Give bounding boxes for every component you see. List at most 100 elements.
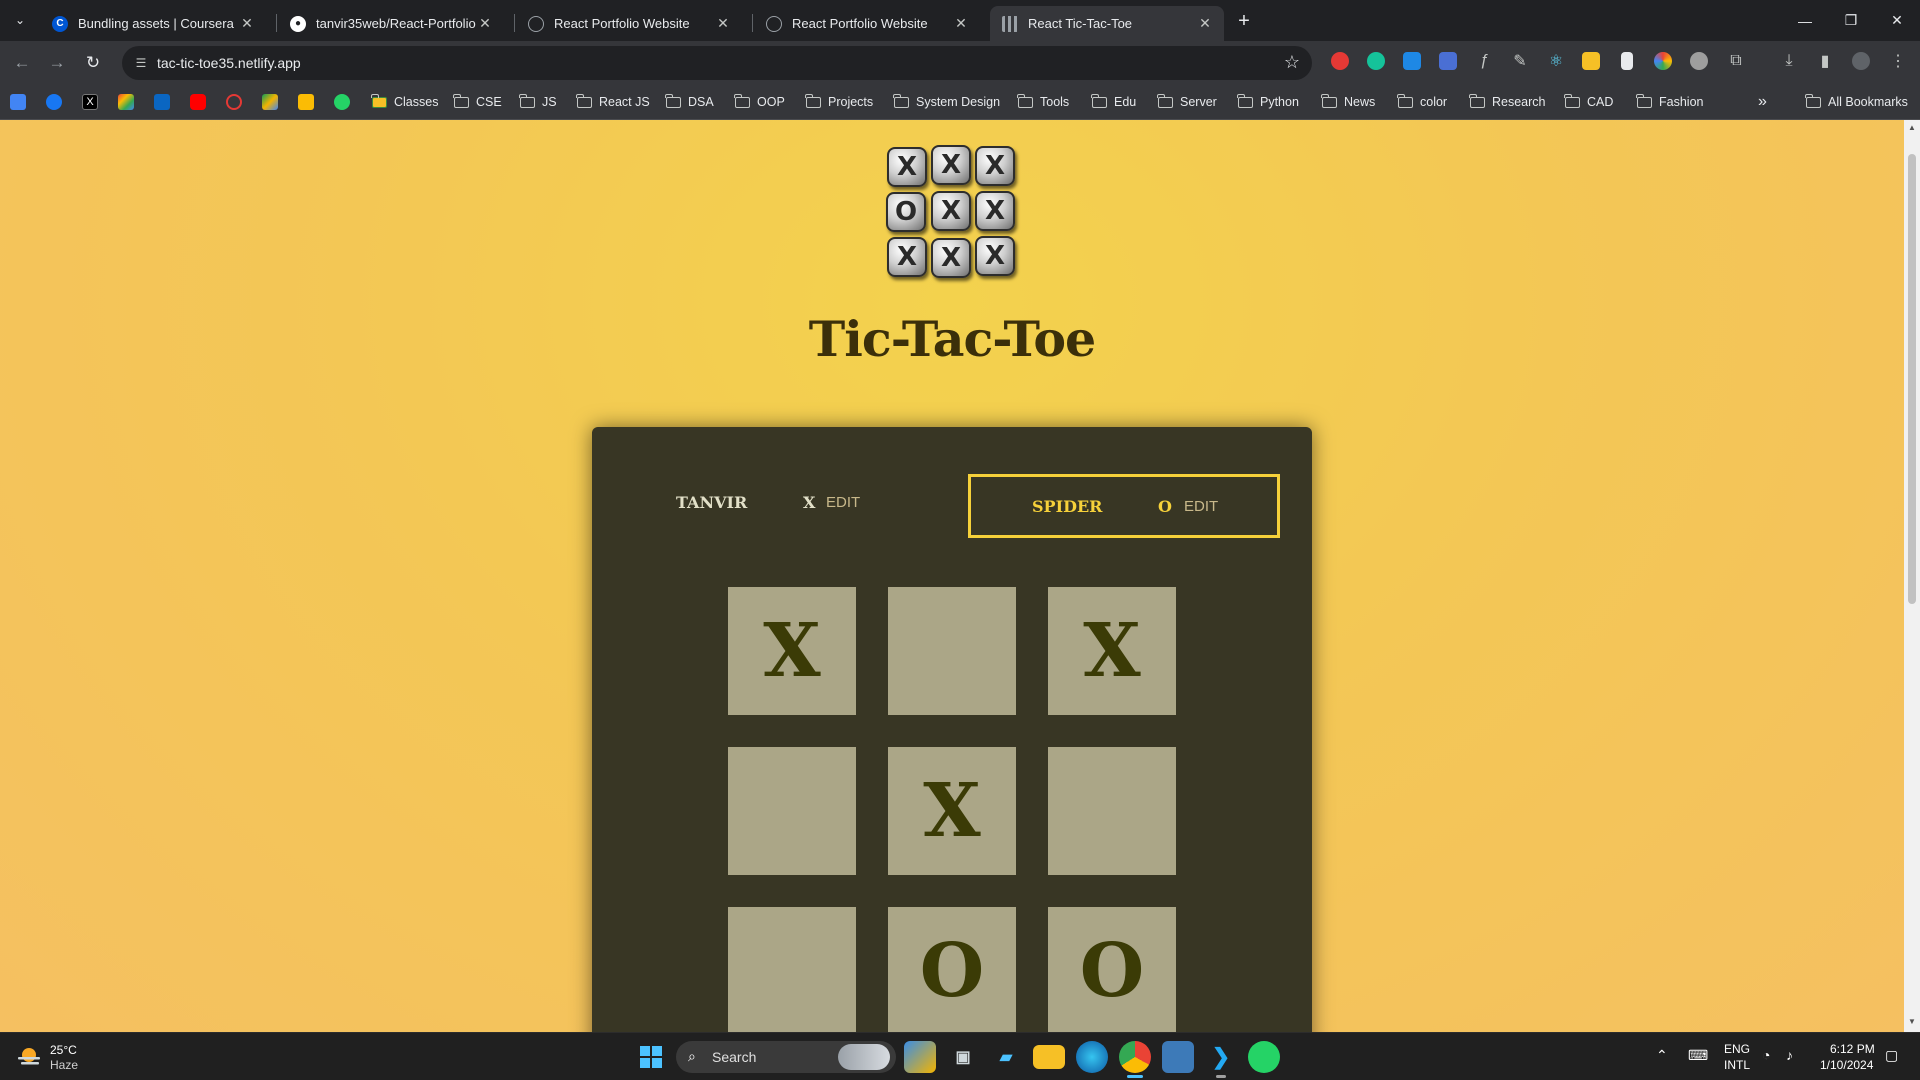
extension-eyedropper-icon[interactable]: ✎: [1510, 51, 1530, 71]
forward-icon[interactable]: →: [44, 50, 70, 76]
taskbar-chrome-icon[interactable]: [1119, 1041, 1151, 1078]
tab-close-icon[interactable]: ✕: [714, 15, 732, 33]
minimize-icon[interactable]: —: [1782, 0, 1828, 41]
side-panel-icon[interactable]: ▮: [1815, 51, 1835, 71]
url-text[interactable]: tac-tic-toe35.netlify.app: [157, 55, 301, 71]
taskbar-edge-icon[interactable]: [1076, 1041, 1108, 1073]
tab-react-portfolio-1[interactable]: React Portfolio Website ✕: [516, 6, 742, 41]
bookmark-folder-python[interactable]: Python: [1237, 93, 1299, 111]
bookmark-folder-news[interactable]: News: [1321, 93, 1375, 111]
reload-icon[interactable]: ↻: [80, 50, 106, 76]
windows-start-icon[interactable]: [640, 1046, 662, 1068]
bookmark-drive-icon[interactable]: [262, 94, 278, 110]
extension-avatar-icon[interactable]: [1690, 52, 1708, 70]
board-cell[interactable]: X: [728, 587, 856, 715]
taskbar-task-view-icon[interactable]: ▣: [947, 1041, 979, 1073]
board-cell[interactable]: O: [1048, 907, 1176, 1032]
taskbar-search[interactable]: ⌕ Search: [676, 1041, 896, 1073]
bookmarks-overflow-icon[interactable]: »: [1758, 93, 1767, 111]
board-cell[interactable]: [728, 747, 856, 875]
tab-close-icon[interactable]: ✕: [476, 15, 494, 33]
back-icon[interactable]: ←: [9, 50, 35, 76]
extension-adblock-icon[interactable]: [1331, 52, 1349, 70]
tab-close-icon[interactable]: ✕: [1196, 15, 1214, 33]
close-window-icon[interactable]: ✕: [1874, 0, 1920, 41]
page-scrollbar[interactable]: ▲ ▼: [1904, 120, 1920, 1032]
taskbar-vscode-icon[interactable]: ❯: [1205, 1041, 1237, 1078]
taskbar-file-explorer-icon[interactable]: [1033, 1045, 1065, 1069]
board-cell[interactable]: X: [1048, 587, 1176, 715]
board-cell[interactable]: [1048, 747, 1176, 875]
bookmark-folder-research[interactable]: Research: [1469, 93, 1546, 111]
extension-google-translate-icon[interactable]: [1439, 52, 1457, 70]
extension-colorpicker-icon[interactable]: [1654, 52, 1672, 70]
scrollbar-thumb[interactable]: [1908, 154, 1916, 604]
bookmark-folder-projects[interactable]: Projects: [805, 93, 873, 111]
extension-react-devtools-icon[interactable]: ⚛: [1546, 51, 1566, 71]
bookmark-linkedin-icon[interactable]: [154, 94, 170, 110]
bookmark-whatsapp-icon[interactable]: [334, 94, 350, 110]
profile-avatar-icon[interactable]: [1852, 52, 1870, 70]
board-cell[interactable]: [728, 907, 856, 1032]
scroll-down-icon[interactable]: ▼: [1908, 1018, 1916, 1026]
tab-close-icon[interactable]: ✕: [238, 15, 256, 33]
bookmark-gmail-icon[interactable]: [118, 94, 134, 110]
keyboard-icon[interactable]: ⌨: [1688, 1047, 1708, 1064]
bookmark-folder-tools[interactable]: Tools: [1017, 93, 1069, 111]
tab-coursera[interactable]: C Bundling assets | Coursera ✕: [40, 6, 266, 41]
notification-bell-icon[interactable]: ▢: [1885, 1047, 1898, 1064]
extensions-puzzle-icon[interactable]: ⧉: [1726, 51, 1746, 71]
address-bar[interactable]: ☰ tac-tic-toe35.netlify.app ☆: [122, 46, 1312, 80]
board-cell[interactable]: [888, 587, 1016, 715]
download-icon[interactable]: ⤓: [1779, 51, 1799, 71]
extension-grammarly-icon[interactable]: [1367, 52, 1385, 70]
clock-time[interactable]: 6:12 PM: [1830, 1042, 1875, 1056]
taskbar-whatsapp-icon[interactable]: [1248, 1041, 1280, 1073]
tab-react-tic-tac-toe[interactable]: React Tic-Tac-Toe ✕: [990, 6, 1224, 41]
scroll-up-icon[interactable]: ▲: [1908, 124, 1916, 132]
board-cell[interactable]: X: [888, 747, 1016, 875]
extension-formula-icon[interactable]: ƒ: [1474, 51, 1494, 71]
tab-github[interactable]: ● tanvir35web/React-Portfolio-W ✕: [278, 6, 504, 41]
bookmark-folder-system-design[interactable]: System Design: [893, 93, 1000, 111]
edit-player-button[interactable]: EDIT: [826, 494, 860, 511]
all-bookmarks-button[interactable]: All Bookmarks: [1805, 93, 1908, 111]
bookmark-folder-js[interactable]: JS: [519, 93, 557, 111]
bookmark-folder-react-js[interactable]: React JS: [576, 93, 650, 111]
bookmark-c-icon[interactable]: [226, 94, 242, 110]
input-language[interactable]: ENG: [1724, 1042, 1750, 1056]
tab-react-portfolio-2[interactable]: React Portfolio Website ✕: [754, 6, 980, 41]
bookmark-keep-icon[interactable]: [298, 94, 314, 110]
bookmark-x-icon[interactable]: X: [82, 94, 98, 110]
extension-translate-icon[interactable]: [1403, 52, 1421, 70]
bookmark-folder-cse[interactable]: CSE: [453, 93, 502, 111]
volume-icon[interactable]: ♪: [1786, 1047, 1793, 1063]
restore-icon[interactable]: ❐: [1828, 0, 1874, 41]
bookmark-folder-server[interactable]: Server: [1157, 93, 1217, 111]
taskbar-app-icon[interactable]: ▰: [990, 1041, 1022, 1073]
bookmark-folder-fashion[interactable]: Fashion: [1636, 93, 1703, 111]
bookmark-folder-cad[interactable]: CAD: [1564, 93, 1613, 111]
board-cell[interactable]: O: [888, 907, 1016, 1032]
bookmark-folder-color[interactable]: color: [1397, 93, 1447, 111]
bookmark-facebook-icon[interactable]: [46, 94, 62, 110]
bookmark-folder-oop[interactable]: OOP: [734, 93, 785, 111]
tab-close-icon[interactable]: ✕: [952, 15, 970, 33]
taskbar-widgets-icon[interactable]: [904, 1041, 936, 1073]
bookmark-folder-classes[interactable]: Classes: [371, 93, 438, 111]
new-tab-icon[interactable]: +: [1232, 9, 1256, 33]
edit-player-button[interactable]: EDIT: [1184, 498, 1218, 515]
bookmark-translate-icon[interactable]: [10, 94, 26, 110]
tray-overflow-chevron-icon[interactable]: ⌃: [1656, 1047, 1668, 1064]
site-info-icon[interactable]: ☰: [132, 54, 150, 72]
clock-date[interactable]: 1/10/2024: [1820, 1058, 1873, 1072]
tab-search-chevron-icon[interactable]: ⌄: [8, 8, 32, 32]
extension-notes-icon[interactable]: [1582, 52, 1600, 70]
extension-document-icon[interactable]: [1621, 52, 1633, 70]
bookmark-youtube-icon[interactable]: [190, 94, 206, 110]
menu-kebab-icon[interactable]: ⋮: [1888, 51, 1908, 71]
wifi-icon[interactable]: ◔: [1762, 1047, 1770, 1063]
bookmark-folder-dsa[interactable]: DSA: [665, 93, 714, 111]
bookmark-star-icon[interactable]: ☆: [1284, 52, 1300, 73]
taskbar-remote-desktop-icon[interactable]: [1162, 1041, 1194, 1073]
